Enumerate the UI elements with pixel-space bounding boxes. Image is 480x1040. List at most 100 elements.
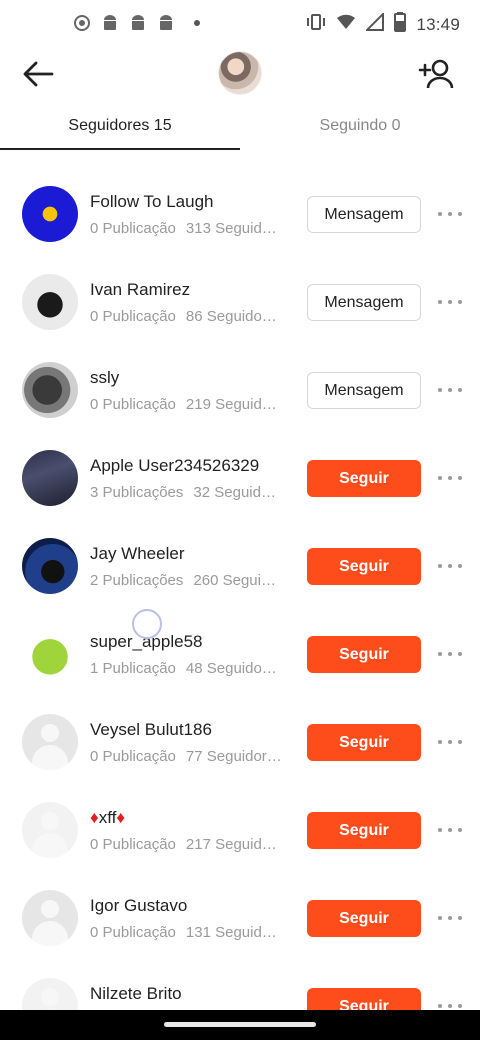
list-item[interactable]: Jay Wheeler 2 Publicações 260 Segui… Segu… bbox=[0, 522, 480, 610]
user-stats: 0 Publicação 131 Seguid… bbox=[90, 924, 290, 941]
user-stats: 1 Publicação 48 Seguido… bbox=[90, 660, 290, 677]
list-item[interactable]: Veysel Bulut186 0 Publicação 77 Seguidor…… bbox=[0, 698, 480, 786]
list-item[interactable]: Igor Gustavo 0 Publicação 131 Seguid… Seg… bbox=[0, 874, 480, 962]
list-item[interactable]: Apple User234526329 3 Publicações 32 Segu… bbox=[0, 434, 480, 522]
avatar[interactable] bbox=[22, 274, 78, 330]
system-nav-bar bbox=[0, 1010, 480, 1040]
follower-count: 219 Seguid… bbox=[185, 396, 277, 413]
user-name: Veysel Bulut186 bbox=[90, 720, 212, 739]
list-item[interactable]: Follow To Laugh 0 Publicação 313 Seguid… … bbox=[0, 170, 480, 258]
list-item[interactable]: Nilzete Brito Seguir bbox=[0, 962, 480, 1010]
avatar[interactable] bbox=[22, 978, 78, 1010]
message-button[interactable]: Mensagem bbox=[307, 196, 421, 233]
more-options-icon[interactable] bbox=[438, 384, 462, 396]
more-options-icon[interactable] bbox=[438, 472, 462, 484]
publication-count: 0 Publicação bbox=[90, 308, 176, 325]
home-gesture-handle[interactable] bbox=[164, 1022, 316, 1027]
more-options-icon[interactable] bbox=[438, 648, 462, 660]
android-icon bbox=[128, 12, 148, 34]
follow-button[interactable]: Seguir bbox=[307, 636, 421, 673]
back-button[interactable] bbox=[20, 56, 56, 92]
user-name: ssly bbox=[90, 368, 120, 387]
user-stats: 3 Publicações 32 Seguid… bbox=[90, 484, 290, 501]
user-name: Igor Gustavo bbox=[90, 896, 188, 915]
avatar[interactable] bbox=[22, 186, 78, 242]
user-stats: 0 Publicação 217 Seguid… bbox=[90, 836, 290, 853]
add-user-button[interactable] bbox=[416, 56, 456, 92]
avatar[interactable] bbox=[22, 802, 78, 858]
user-name: Jay Wheeler bbox=[90, 544, 185, 563]
follower-count: 77 Seguidor… bbox=[185, 748, 282, 765]
user-name: Ivan Ramirez bbox=[90, 280, 191, 299]
publication-count: 0 Publicação bbox=[90, 220, 176, 237]
user-stats: 0 Publicação 313 Seguid… bbox=[90, 220, 290, 237]
avatar[interactable] bbox=[22, 538, 78, 594]
user-name: Apple User234526329 bbox=[90, 456, 260, 475]
follower-count: 217 Seguid… bbox=[185, 836, 277, 853]
follower-count: 260 Segui… bbox=[193, 572, 276, 589]
follow-button[interactable]: Seguir bbox=[307, 812, 421, 849]
dot-icon bbox=[194, 20, 200, 26]
follow-button[interactable]: Seguir bbox=[307, 724, 421, 761]
signal-icon bbox=[365, 11, 385, 36]
status-system: 13:49 bbox=[306, 11, 460, 37]
follower-count: 48 Seguido… bbox=[185, 660, 277, 677]
battery-icon bbox=[394, 12, 407, 37]
more-options-icon[interactable] bbox=[438, 736, 462, 748]
more-options-icon[interactable] bbox=[438, 912, 462, 924]
user-stats: 0 Publicação 86 Seguido… bbox=[90, 308, 290, 325]
more-options-icon[interactable] bbox=[438, 208, 462, 220]
status-time: 13:49 bbox=[416, 14, 460, 34]
list-item[interactable]: Ivan Ramirez 0 Publicação 86 Seguido… Men… bbox=[0, 258, 480, 346]
followers-list: Follow To Laugh 0 Publicação 313 Seguid… … bbox=[0, 170, 480, 1010]
more-options-icon[interactable] bbox=[438, 296, 462, 308]
android-icon bbox=[156, 12, 176, 34]
wifi-icon bbox=[336, 13, 356, 36]
avatar[interactable] bbox=[22, 450, 78, 506]
tab-bar: Seguidores 15 Seguindo 0 bbox=[0, 104, 480, 150]
profile-avatar[interactable] bbox=[218, 51, 262, 95]
user-stats: 2 Publicações 260 Segui… bbox=[90, 572, 290, 589]
follower-count: 32 Seguid… bbox=[193, 484, 276, 501]
avatar[interactable] bbox=[22, 626, 78, 682]
publication-count: 0 Publicação bbox=[90, 836, 176, 853]
list-item[interactable]: super_apple58 1 Publicação 48 Seguido… Se… bbox=[0, 610, 480, 698]
record-icon bbox=[72, 12, 92, 34]
more-options-icon[interactable] bbox=[438, 560, 462, 572]
publication-count: 0 Publicação bbox=[90, 748, 176, 765]
follow-button[interactable]: Seguir bbox=[307, 548, 421, 585]
top-bar bbox=[0, 48, 480, 100]
user-stats: 0 Publicação 219 Seguid… bbox=[90, 396, 290, 413]
list-item[interactable]: ssly 0 Publicação 219 Seguid… Mensagem bbox=[0, 346, 480, 434]
avatar[interactable] bbox=[22, 890, 78, 946]
status-notifications bbox=[72, 12, 200, 34]
avatar[interactable] bbox=[22, 714, 78, 770]
tab-followers[interactable]: Seguidores 15 bbox=[0, 104, 240, 150]
message-button[interactable]: Mensagem bbox=[307, 284, 421, 321]
follow-button[interactable]: Seguir bbox=[307, 988, 421, 1010]
touch-indicator bbox=[132, 609, 162, 639]
user-name: Nilzete Brito bbox=[90, 984, 182, 1003]
publication-count: 1 Publicação bbox=[90, 660, 176, 677]
android-icon bbox=[100, 12, 120, 34]
list-item[interactable]: ♦xff♦ 0 Publicação 217 Seguid… Seguir bbox=[0, 786, 480, 874]
follower-count: 313 Seguid… bbox=[185, 220, 277, 237]
user-name: ♦xff♦ bbox=[90, 808, 126, 827]
add-user-icon bbox=[418, 59, 454, 89]
publication-count: 3 Publicações bbox=[90, 484, 184, 501]
user-stats: 0 Publicação 77 Seguidor… bbox=[90, 748, 290, 765]
more-options-icon[interactable] bbox=[438, 1000, 462, 1010]
more-options-icon[interactable] bbox=[438, 824, 462, 836]
publication-count: 0 Publicação bbox=[90, 396, 176, 413]
follow-button[interactable]: Seguir bbox=[307, 900, 421, 937]
avatar[interactable] bbox=[22, 362, 78, 418]
follower-count: 86 Seguido… bbox=[185, 308, 277, 325]
message-button[interactable]: Mensagem bbox=[307, 372, 421, 409]
status-bar: 13:49 bbox=[0, 0, 480, 48]
tab-following[interactable]: Seguindo 0 bbox=[240, 104, 480, 148]
follow-button[interactable]: Seguir bbox=[307, 460, 421, 497]
publication-count: 0 Publicação bbox=[90, 924, 176, 941]
arrow-left-icon bbox=[23, 61, 54, 87]
follower-count: 131 Seguid… bbox=[185, 924, 277, 941]
vibrate-icon bbox=[306, 13, 326, 36]
